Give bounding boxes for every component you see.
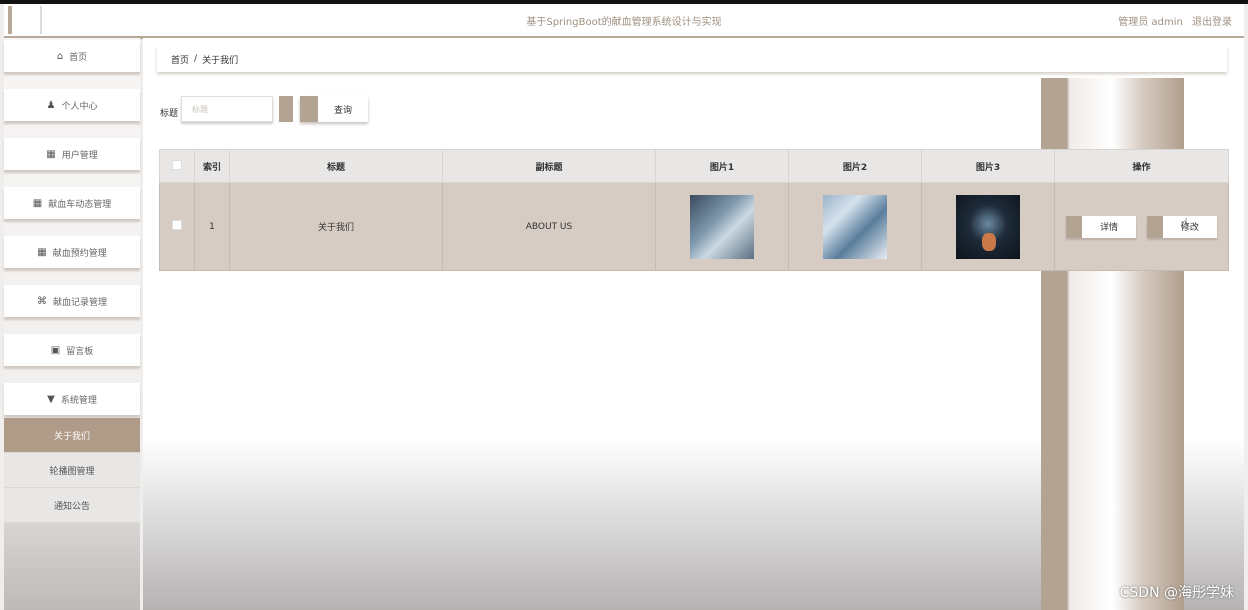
select-all-header xyxy=(159,149,195,183)
image3-thumbnail[interactable] xyxy=(956,194,1020,259)
column-header: 标题 xyxy=(229,149,443,183)
main-content: 首页 / 关于我们 标题 查询 索引 标题 副标题 图片1 图片2 图片3 操作… xyxy=(143,38,1244,610)
row-image1-cell xyxy=(655,182,789,271)
sidebar-item-label: 首页 xyxy=(69,52,88,63)
sidebar-item-label: 献血记录管理 xyxy=(52,297,107,308)
sidebar-item-messages[interactable]: ▣ 留言板 xyxy=(4,334,140,366)
user-label: 管理员 admin xyxy=(1118,17,1183,28)
sidebar-subitem-about[interactable]: 关于我们 xyxy=(4,418,140,453)
column-header: 图片2 xyxy=(788,149,922,183)
sidebar-item-bus-news[interactable]: ▦ 献血车动态管理 xyxy=(4,187,140,219)
row-image2-cell xyxy=(788,182,922,271)
sidebar-subitem-notices[interactable]: 通知公告 xyxy=(4,488,140,523)
logout-link[interactable]: 退出登录 xyxy=(1192,17,1232,28)
column-header: 操作 xyxy=(1054,149,1229,183)
column-header: 副标题 xyxy=(442,149,656,183)
system-icon: ▼ xyxy=(47,393,55,405)
image1-thumbnail[interactable] xyxy=(690,194,754,259)
grid-icon: ▦ xyxy=(32,197,43,209)
breadcrumb-home[interactable]: 首页 xyxy=(171,53,189,66)
column-header: 图片3 xyxy=(921,149,1055,183)
column-header: 图片1 xyxy=(655,149,789,183)
sidebar-item-label: 用户管理 xyxy=(61,150,98,161)
sidebar-item-label: 献血预约管理 xyxy=(52,248,107,259)
user-icon: ♟ xyxy=(46,99,56,111)
row-actions-cell: 详情 修改 xyxy=(1054,182,1229,271)
row-subtitle: ABOUT US xyxy=(442,182,656,271)
record-icon: ⌘ xyxy=(36,295,47,307)
breadcrumb-current: 关于我们 xyxy=(202,55,239,66)
row-checkbox[interactable] xyxy=(172,220,182,230)
sidebar: ⌂ 首页 ♟ 个人中心 ▦ 用户管理 ▦ 献血车动态管理 ▦ 献血预约管理 ⌘ … xyxy=(4,38,140,610)
select-all-checkbox[interactable] xyxy=(172,159,182,170)
grid-icon: ▦ xyxy=(46,148,56,160)
data-table: 索引 标题 副标题 图片1 图片2 图片3 操作 1 关于我们 ABOUT US xyxy=(159,149,1229,271)
header-bar: 基于SpringBoot的献血管理系统设计与实现 管理员 admin 退出登录 xyxy=(4,4,1244,39)
mouse-cursor-icon: ☝ xyxy=(1180,216,1189,232)
user-area: 管理员 admin 退出登录 xyxy=(1112,13,1232,28)
image3-hand-shape xyxy=(982,232,996,251)
sidebar-item-label: 献血车动态管理 xyxy=(48,199,112,210)
table-header-row: 索引 标题 副标题 图片1 图片2 图片3 操作 xyxy=(159,149,1229,183)
sidebar-item-profile[interactable]: ♟ 个人中心 xyxy=(4,89,140,121)
sidebar-subitem-carousel[interactable]: 轮播图管理 xyxy=(4,453,140,488)
sidebar-item-system[interactable]: ▼ 系统管理 xyxy=(4,383,140,415)
page-title: 基于SpringBoot的献血管理系统设计与实现 xyxy=(526,17,722,28)
detail-button[interactable]: 详情 xyxy=(1066,215,1137,238)
message-icon: ▣ xyxy=(50,344,61,356)
watermark: CSDN @海彤学妹 xyxy=(1119,585,1234,601)
row-title: 关于我们 xyxy=(229,182,443,271)
home-icon: ⌂ xyxy=(56,50,64,62)
sidebar-item-home[interactable]: ⌂ 首页 xyxy=(4,40,140,72)
breadcrumb: 首页 / 关于我们 xyxy=(157,46,1227,72)
grid-icon: ▦ xyxy=(37,246,47,258)
search-label: 标题 xyxy=(160,109,179,119)
image2-thumbnail[interactable] xyxy=(823,194,887,259)
sidebar-item-label: 系统管理 xyxy=(60,395,97,406)
breadcrumb-separator: / xyxy=(194,54,198,64)
search-input[interactable] xyxy=(181,96,273,122)
row-select-cell xyxy=(159,182,195,271)
table-row: 1 关于我们 ABOUT US 详情 修改 xyxy=(159,182,1229,271)
query-button[interactable]: 查询 xyxy=(300,96,368,122)
row-image3-cell xyxy=(921,182,1055,271)
sidebar-item-records[interactable]: ⌘ 献血记录管理 xyxy=(4,285,140,317)
sidebar-item-label: 个人中心 xyxy=(61,101,98,112)
sidebar-item-appointments[interactable]: ▦ 献血预约管理 xyxy=(4,236,140,268)
sidebar-item-label: 留言板 xyxy=(66,346,94,357)
column-header: 索引 xyxy=(194,149,230,183)
sidebar-item-users[interactable]: ▦ 用户管理 xyxy=(4,138,140,170)
search-input-accent xyxy=(279,96,293,122)
row-index: 1 xyxy=(194,182,230,271)
